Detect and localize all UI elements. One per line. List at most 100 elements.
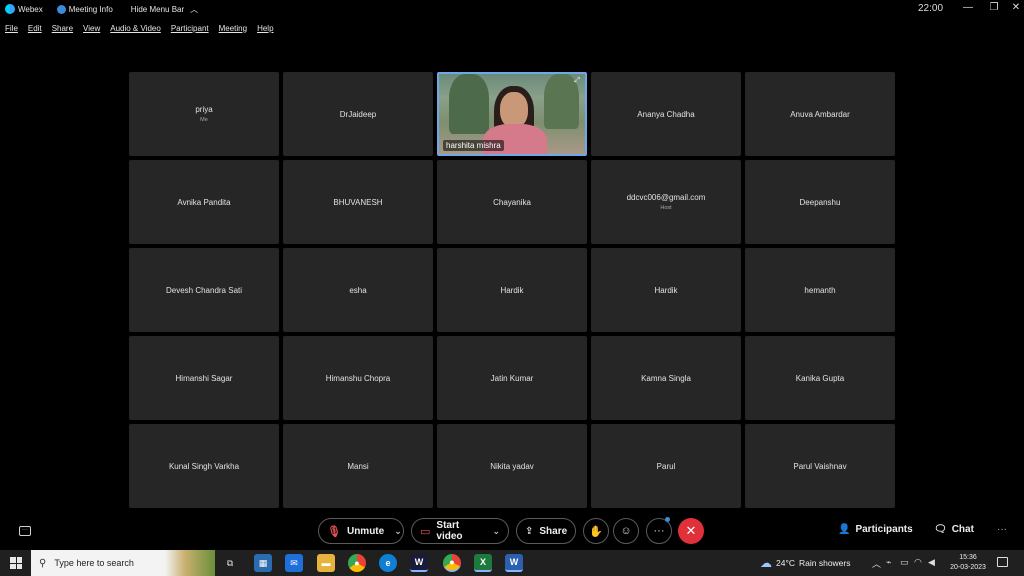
menu-share[interactable]: Share	[52, 24, 73, 33]
windows-taskbar: ⚲ Type here to search ⧉ ▦ ✉ ▬ ● e W ● X …	[0, 550, 1024, 576]
participant-name: Kanika Gupta	[795, 373, 845, 383]
notification-dot	[665, 517, 670, 522]
windows-start-icon[interactable]	[10, 557, 22, 569]
taskbar-search[interactable]: ⚲ Type here to search	[31, 550, 215, 576]
participant-tile[interactable]: Avnika Pandita	[129, 160, 279, 244]
network-icon[interactable]: ⌁	[886, 557, 891, 568]
taskbar-date: 20-03-2023	[950, 564, 986, 571]
chrome-icon[interactable]: ●	[348, 554, 366, 572]
battery-icon[interactable]: ▭	[900, 557, 909, 568]
weather-widget[interactable]: ☁ 24°C Rain showers	[760, 556, 851, 570]
volume-icon[interactable]: ◀	[928, 557, 935, 568]
participant-tile[interactable]: Chayanika	[437, 160, 587, 244]
file-explorer-icon[interactable]: ▬	[317, 554, 335, 572]
share-label: Share	[539, 525, 568, 537]
meeting-controls: ··· 🎙 Unmute ⌄ ▭ Start video ⌄ ⇪ Share ✋…	[0, 517, 1024, 544]
participant-tile[interactable]: esha	[283, 248, 433, 332]
webex-taskbar-icon[interactable]: W	[410, 554, 428, 572]
participant-tile[interactable]: Himanshi Sagar	[129, 336, 279, 420]
weather-desc: Rain showers	[799, 558, 851, 568]
participant-tile[interactable]: Parul	[591, 424, 741, 508]
participant-tile[interactable]: BHUVANESH	[283, 160, 433, 244]
chevron-up-icon: ︿	[190, 4, 199, 14]
participant-role: Host	[660, 205, 672, 211]
more-icon: ···	[653, 525, 665, 537]
chevron-down-icon[interactable]: ⌄	[394, 526, 402, 537]
hand-icon: ✋	[589, 525, 603, 538]
mic-off-icon: 🎙	[327, 525, 341, 538]
participant-name: Himanshu Chopra	[325, 373, 391, 383]
search-highlight-image	[165, 550, 215, 576]
participant-name: hemanth	[804, 285, 836, 295]
chevron-down-icon[interactable]: ⌄	[492, 526, 500, 537]
meeting-info-label: Meeting Info	[68, 4, 113, 14]
chevron-up-icon[interactable]: ︿	[872, 557, 881, 570]
participants-label: Participants	[855, 524, 913, 535]
participant-tile[interactable]: Anuva Ambardar	[745, 72, 895, 156]
participant-tile[interactable]: Parul Vaishnav	[745, 424, 895, 508]
end-call-button[interactable]: ✕	[678, 518, 704, 544]
menu-view[interactable]: View	[83, 24, 100, 33]
participant-name: Parul Vaishnav	[793, 461, 847, 471]
participant-name: Hardik	[654, 285, 678, 295]
hide-menu-bar-button[interactable]: Hide Menu Bar ︿	[131, 4, 198, 15]
participant-tile[interactable]: priya Me	[129, 72, 279, 156]
menu-meeting[interactable]: Meeting	[219, 24, 247, 33]
menu-edit[interactable]: Edit	[28, 24, 42, 33]
task-view-icon[interactable]: ⧉	[221, 554, 239, 572]
participant-tile[interactable]: Mansi	[283, 424, 433, 508]
rain-cloud-icon: ☁	[760, 556, 772, 570]
restore-icon[interactable]: ❐	[988, 2, 1000, 13]
close-icon[interactable]: ✕	[1010, 2, 1022, 13]
unmute-button[interactable]: 🎙 Unmute ⌄	[318, 518, 404, 544]
participant-tile[interactable]: Hardik	[437, 248, 587, 332]
excel-icon[interactable]: X	[474, 554, 492, 572]
participant-name: Mansi	[347, 461, 369, 471]
participant-tile[interactable]: Himanshu Chopra	[283, 336, 433, 420]
reactions-button[interactable]: ☺	[613, 518, 639, 544]
store-icon[interactable]: ▦	[254, 554, 272, 572]
notification-icon[interactable]	[997, 557, 1008, 567]
edge-icon[interactable]: e	[379, 554, 397, 572]
participant-tile[interactable]: Kanika Gupta	[745, 336, 895, 420]
start-video-button[interactable]: ▭ Start video ⌄	[411, 518, 509, 544]
menu-audio-video[interactable]: Audio & Video	[110, 24, 161, 33]
menu-participant[interactable]: Participant	[171, 24, 209, 33]
minimize-icon[interactable]: —	[962, 2, 974, 13]
participant-tile[interactable]: Deepanshu	[745, 160, 895, 244]
mail-icon[interactable]: ✉	[285, 554, 303, 572]
participant-name: Kamna Singla	[641, 373, 691, 383]
raise-hand-button[interactable]: ✋	[583, 518, 609, 544]
expand-icon[interactable]: ⤢	[574, 77, 580, 85]
participants-button[interactable]: 👤 Participants	[838, 524, 913, 535]
chrome-icon[interactable]: ●	[443, 554, 461, 572]
participant-name: Himanshi Sagar	[175, 373, 233, 383]
participant-tile[interactable]: Jatin Kumar	[437, 336, 587, 420]
search-icon: ⚲	[39, 557, 47, 569]
participant-name: Nikita yadav	[490, 461, 534, 471]
participant-tile[interactable]: DrJaideep	[283, 72, 433, 156]
meeting-info-button[interactable]: Meeting Info	[43, 4, 113, 14]
participant-name: DrJaideep	[339, 109, 377, 119]
participant-tile[interactable]: ddcvc006@gmail.com Host	[591, 160, 741, 244]
participant-tile[interactable]: Devesh Chandra Sati	[129, 248, 279, 332]
participant-tile[interactable]: Nikita yadav	[437, 424, 587, 508]
chat-button[interactable]: 🗨 Chat	[934, 524, 974, 535]
share-button[interactable]: ⇪ Share	[516, 518, 576, 544]
participant-tile[interactable]: Kamna Singla	[591, 336, 741, 420]
taskbar-clock[interactable]: 15:36 20-03-2023	[950, 553, 986, 573]
participant-tile[interactable]: Kunal Singh Varkha	[129, 424, 279, 508]
participant-name: Jatin Kumar	[490, 373, 534, 383]
word-icon[interactable]: W	[505, 554, 523, 572]
participant-tile[interactable]: Ananya Chadha	[591, 72, 741, 156]
menu-file[interactable]: File	[5, 24, 18, 33]
menu-help[interactable]: Help	[257, 24, 273, 33]
more-icon[interactable]: ···	[997, 524, 1007, 535]
participant-video-tile[interactable]: ⤢ harshita mishra	[437, 72, 587, 156]
wifi-icon[interactable]: ◠	[914, 557, 922, 568]
participant-tile[interactable]: hemanth	[745, 248, 895, 332]
captions-icon[interactable]: ···	[19, 526, 31, 536]
participant-name: Kunal Singh Varkha	[168, 461, 240, 471]
participant-tile[interactable]: Hardik	[591, 248, 741, 332]
webex-logo-icon	[5, 4, 15, 14]
